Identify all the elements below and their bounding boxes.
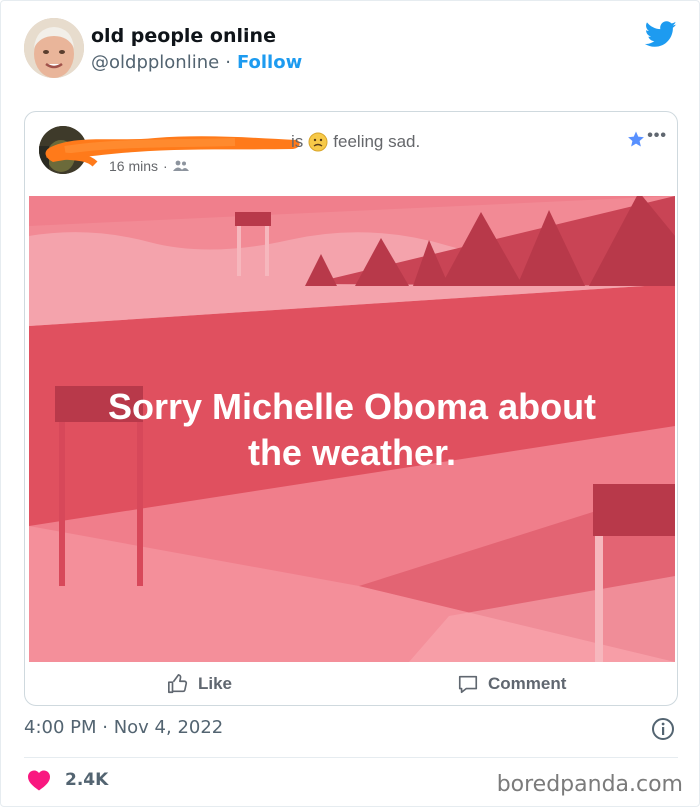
author-avatar[interactable]: [24, 18, 84, 78]
fb-post-time: 16 mins ·: [109, 158, 189, 174]
fb-feeling-status: is feeling sad.: [291, 132, 420, 152]
author-handle[interactable]: @oldpplonline: [91, 52, 219, 73]
friends-icon: [172, 160, 189, 171]
status-text-line-1: Sorry Michelle Oboma about: [107, 386, 597, 427]
star-icon[interactable]: [627, 130, 645, 148]
fb-time-ago[interactable]: 16 mins: [109, 158, 158, 174]
status-text: Sorry Michelle Oboma about the weather.: [29, 384, 675, 476]
more-options-icon[interactable]: •••: [647, 128, 667, 144]
like-stats[interactable]: 2.4K: [27, 769, 108, 791]
status-text-line-2: the weather.: [247, 432, 457, 473]
tweet-divider: [24, 757, 678, 758]
sad-face-emoji-icon: [308, 132, 328, 152]
author-name[interactable]: old people online: [91, 25, 276, 47]
tweet-timestamp[interactable]: 4:00 PM · Nov 4, 2022: [24, 717, 223, 738]
facebook-post-card: is feeling sad. 16 mins · ••• Sorry Mich…: [24, 111, 678, 706]
comment-icon: [458, 675, 478, 694]
thumbs-up-icon: [168, 674, 188, 694]
fb-status-is: is: [291, 132, 304, 151]
status-background-banner: Sorry Michelle Oboma about the weather.: [29, 196, 675, 662]
heart-icon[interactable]: [27, 769, 51, 791]
fb-like-button[interactable]: Like: [167, 673, 232, 695]
follow-button[interactable]: Follow: [237, 52, 302, 73]
fb-comment-button[interactable]: Comment: [457, 673, 566, 695]
boredpanda-watermark: boredpanda.com: [496, 772, 683, 797]
fb-like-label: Like: [198, 674, 233, 693]
fb-action-bar: Like Comment: [25, 669, 677, 705]
tweet-card: old people online @oldpplonline · Follow i…: [0, 0, 700, 807]
fb-feeling-text: feeling sad.: [333, 132, 421, 151]
twitter-bird-icon[interactable]: [645, 21, 677, 48]
fb-time-separator: ·: [163, 158, 168, 174]
info-icon[interactable]: [651, 717, 675, 741]
fb-comment-label: Comment: [488, 674, 567, 693]
author-handle-row: @oldpplonline · Follow: [91, 52, 302, 73]
handle-separator: ·: [225, 52, 231, 73]
like-count: 2.4K: [65, 770, 109, 790]
